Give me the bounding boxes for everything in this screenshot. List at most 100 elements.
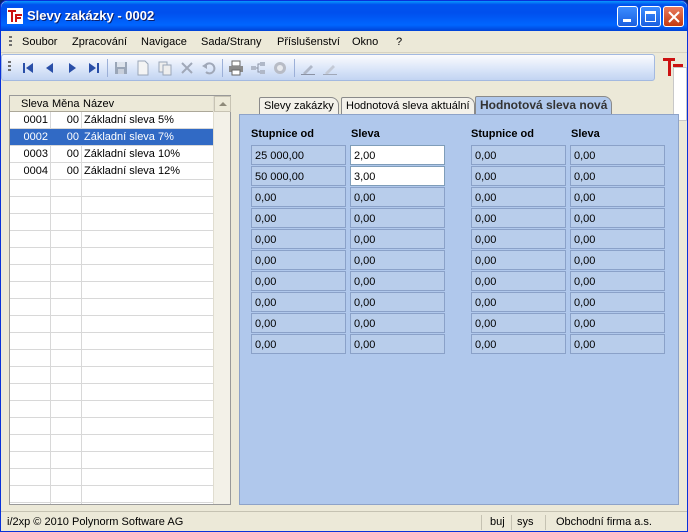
title-bar[interactable]: Slevy zakázky - 0002 <box>1 1 687 31</box>
status-user: buj <box>490 516 505 528</box>
threshold-field[interactable]: 0,00 <box>471 145 566 165</box>
discount-field[interactable]: 0,00 <box>570 166 665 186</box>
list-empty-row <box>10 299 213 316</box>
list-empty-row <box>10 333 213 350</box>
tab-slevy-zakazky[interactable]: Slevy zakázky <box>259 97 339 115</box>
new-icon[interactable] <box>135 60 151 76</box>
threshold-field[interactable]: 0,00 <box>471 334 566 354</box>
list-item-currency: 00 <box>66 148 79 160</box>
save-icon[interactable] <box>113 60 129 76</box>
discount-field[interactable]: 0,00 <box>350 313 445 333</box>
discount-field[interactable]: 0,00 <box>570 250 665 270</box>
discount-field[interactable]: 0,00 <box>570 208 665 228</box>
list-empty-row <box>10 384 213 401</box>
discount-field[interactable]: 3,00 <box>350 166 445 186</box>
menu-bar: Soubor Zpracování Navigace Sada/Strany P… <box>1 31 687 53</box>
threshold-field[interactable]: 0,00 <box>251 292 346 312</box>
tree-icon[interactable] <box>250 60 266 76</box>
discount-field[interactable]: 0,00 <box>570 229 665 249</box>
next-record-icon[interactable] <box>64 60 80 76</box>
discount-field[interactable]: 0,00 <box>350 334 445 354</box>
header-mena[interactable]: Měna <box>52 98 80 110</box>
menu-zpracovani[interactable]: Zpracování <box>72 36 127 48</box>
menu-prislusenstvi[interactable]: Příslušenství <box>277 36 340 48</box>
discount-field[interactable]: 0,00 <box>350 187 445 207</box>
threshold-field[interactable]: 0,00 <box>471 313 566 333</box>
threshold-field[interactable]: 0,00 <box>251 187 346 207</box>
col-header-stupnice-od: Stupnice od <box>251 128 314 140</box>
threshold-field[interactable]: 0,00 <box>251 334 346 354</box>
list-empty-row <box>10 197 213 214</box>
menu-okno[interactable]: Okno <box>352 36 378 48</box>
threshold-field[interactable]: 0,00 <box>471 271 566 291</box>
scroll-up-button[interactable] <box>214 96 231 112</box>
list-empty-row <box>10 248 213 265</box>
list-item[interactable]: 0001 00 Základní sleva 5% <box>10 112 213 129</box>
header-sleva[interactable]: Sleva <box>21 98 49 110</box>
discount-field[interactable]: 0,00 <box>350 208 445 228</box>
close-button[interactable] <box>663 6 684 27</box>
discount-field[interactable]: 0,00 <box>570 313 665 333</box>
col-header-sleva: Sleva <box>351 128 380 140</box>
discount-field[interactable]: 2,00 <box>350 145 445 165</box>
discount-field[interactable]: 0,00 <box>570 334 665 354</box>
list-item[interactable]: 0003 00 Základní sleva 10% <box>10 146 213 163</box>
threshold-field[interactable]: 0,00 <box>251 250 346 270</box>
tab-hodnotova-sleva-aktualni[interactable]: Hodnotová sleva aktuální <box>341 97 475 115</box>
list-empty-row <box>10 367 213 384</box>
menu-navigace[interactable]: Navigace <box>141 36 187 48</box>
list-empty-row <box>10 214 213 231</box>
status-separator <box>545 515 546 530</box>
discount-list: Sleva Měna Název 0001 00 Základní sleva 5%… <box>9 95 231 505</box>
header-nazev[interactable]: Název <box>83 98 114 110</box>
undo-icon[interactable] <box>201 60 217 76</box>
tab-hodnotova-sleva-nova[interactable]: Hodnotová sleva nová <box>475 96 613 115</box>
threshold-field[interactable]: 0,00 <box>471 250 566 270</box>
side-scroll-strip[interactable] <box>673 67 687 121</box>
menu-sada-strany[interactable]: Sada/Strany <box>201 36 262 48</box>
menu-soubor[interactable]: Soubor <box>22 36 57 48</box>
toolbar-grip[interactable] <box>8 61 11 73</box>
discount-field[interactable]: 0,00 <box>570 187 665 207</box>
status-separator <box>511 515 512 530</box>
list-empty-row <box>10 316 213 333</box>
discount-field[interactable]: 0,00 <box>350 229 445 249</box>
list-empty-row <box>10 180 213 197</box>
menu-grip[interactable] <box>9 36 12 48</box>
prev-record-icon[interactable] <box>42 60 58 76</box>
threshold-field[interactable]: 0,00 <box>471 187 566 207</box>
threshold-field[interactable]: 50 000,00 <box>251 166 346 186</box>
delete-icon[interactable] <box>179 60 195 76</box>
threshold-field[interactable]: 0,00 <box>471 229 566 249</box>
print-icon[interactable] <box>228 60 244 76</box>
discount-field[interactable]: 0,00 <box>570 145 665 165</box>
maximize-button[interactable] <box>640 6 661 27</box>
discount-field[interactable]: 0,00 <box>350 292 445 312</box>
first-record-icon[interactable] <box>20 60 36 76</box>
discount-field[interactable]: 0,00 <box>570 271 665 291</box>
status-company: Obchodní firma a.s. <box>556 516 652 528</box>
threshold-field[interactable]: 0,00 <box>471 208 566 228</box>
threshold-field[interactable]: 0,00 <box>471 166 566 186</box>
list-item[interactable]: 0002 00 Základní sleva 7% <box>10 129 213 146</box>
discount-field[interactable]: 0,00 <box>350 271 445 291</box>
last-record-icon[interactable] <box>86 60 102 76</box>
threshold-field[interactable]: 0,00 <box>251 208 346 228</box>
threshold-field[interactable]: 0,00 <box>251 229 346 249</box>
threshold-field[interactable]: 0,00 <box>251 313 346 333</box>
copy-icon[interactable] <box>157 60 173 76</box>
menu-help[interactable]: ? <box>396 36 402 48</box>
stop-icon[interactable] <box>272 60 288 76</box>
edit-icon[interactable] <box>300 60 316 76</box>
threshold-field[interactable]: 25 000,00 <box>251 145 346 165</box>
threshold-field[interactable]: 0,00 <box>471 292 566 312</box>
list-scrollbar[interactable] <box>213 96 231 504</box>
discount-field[interactable]: 0,00 <box>570 292 665 312</box>
list-item[interactable]: 0004 00 Základní sleva 12% <box>10 163 213 180</box>
discount-field[interactable]: 0,00 <box>350 250 445 270</box>
list-item-currency: 00 <box>66 131 79 143</box>
minimize-button[interactable] <box>617 6 638 27</box>
threshold-field[interactable]: 0,00 <box>251 271 346 291</box>
list-empty-row <box>10 401 213 418</box>
edit-alt-icon[interactable] <box>322 60 338 76</box>
